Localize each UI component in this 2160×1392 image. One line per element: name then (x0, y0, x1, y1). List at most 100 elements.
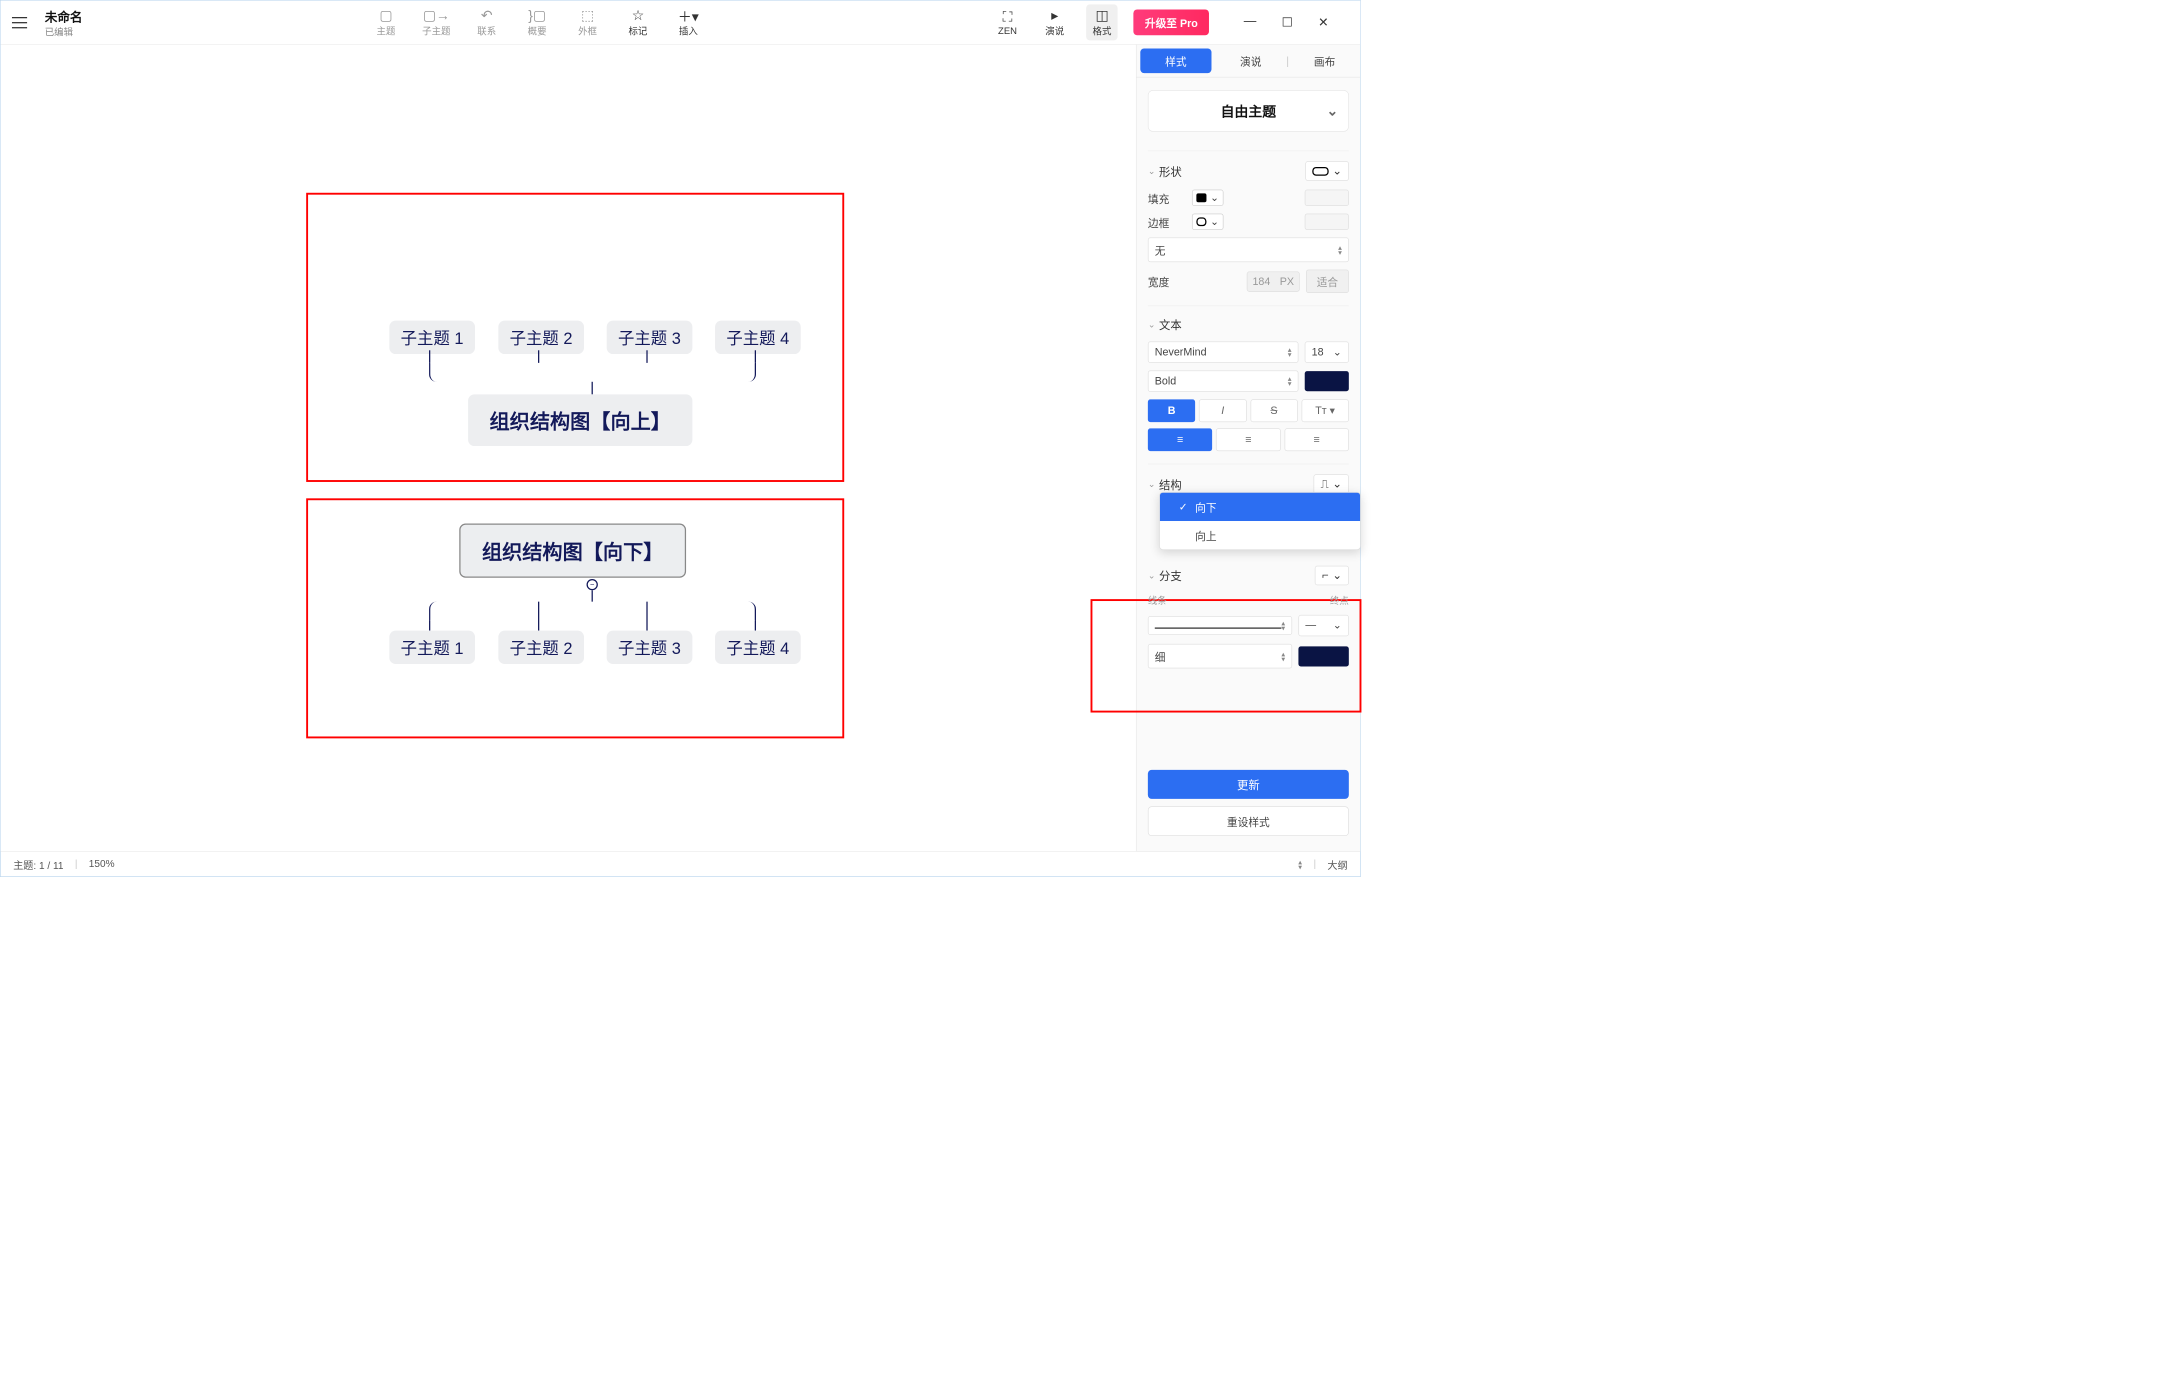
text-case-button[interactable]: Tᴛ ▾ (1301, 399, 1348, 422)
fill-color-swatch[interactable] (1305, 190, 1349, 206)
format-panel: 样式 演说 | 画布 自由主题 ⌄ ⌄形状 ⌄ 填充 ⌄ (1136, 45, 1360, 851)
upgrade-pro-button[interactable]: 升级至 Pro (1134, 9, 1210, 35)
updown-icon: ▴▾ (1338, 245, 1342, 255)
document-status: 已编辑 (45, 25, 83, 38)
subtopic-node[interactable]: 子主题 1 (389, 321, 474, 354)
present-button[interactable]: ▸演说 (1039, 7, 1071, 38)
tool-insert[interactable]: ＋▾插入 (673, 7, 705, 38)
italic-button[interactable]: I (1199, 399, 1246, 422)
branch-style-select[interactable]: ⌐⌄ (1315, 566, 1349, 586)
star-icon: ☆ (632, 7, 644, 25)
check-icon: ✓ (1179, 501, 1189, 514)
window-minimize[interactable]: — (1244, 14, 1257, 30)
align-right-button[interactable]: ≡ (1284, 428, 1348, 451)
dropdown-option-up[interactable]: 向上 (1160, 521, 1360, 549)
topic-type-select[interactable]: 自由主题 ⌄ (1148, 90, 1349, 132)
chevron-down-icon: ⌄ (1333, 346, 1342, 359)
line-style-select[interactable]: ▴▾ (1148, 616, 1292, 635)
org-chart-icon: ⎍ (1321, 478, 1329, 491)
fill-color-select[interactable]: ⌄ (1192, 190, 1224, 206)
topic-icon: ▢ (379, 7, 392, 25)
plus-icon: ＋▾ (678, 7, 699, 25)
border-color-swatch[interactable] (1305, 214, 1349, 230)
tab-style[interactable]: 样式 (1140, 49, 1211, 74)
font-size-select[interactable]: 18⌄ (1305, 341, 1349, 362)
dropdown-option-down[interactable]: ✓向下 (1160, 493, 1360, 521)
zoom-level[interactable]: 150% (89, 858, 115, 869)
main-topic-downward[interactable]: 组织结构图【向下】 (459, 524, 686, 578)
chevron-down-icon: ⌄ (1332, 569, 1342, 582)
reset-style-button[interactable]: 重设样式 (1148, 806, 1349, 836)
line-style-select[interactable]: 无▴▾ (1148, 238, 1349, 263)
zoom-stepper[interactable]: ▴▾ (1298, 859, 1302, 869)
subtopic-node[interactable]: 子主题 4 (715, 631, 800, 664)
line-end-select[interactable]: —⌄ (1298, 615, 1348, 636)
updown-icon: ▴▾ (1288, 376, 1292, 386)
window-close[interactable]: ✕ (1318, 14, 1329, 30)
subtopic-node[interactable]: 子主题 2 (498, 631, 583, 664)
tool-boundary[interactable]: ⬚外框 (572, 7, 604, 38)
chevron-down-icon: ⌄ (1333, 619, 1342, 632)
font-family-select[interactable]: NeverMind▴▾ (1148, 341, 1299, 362)
tool-marker[interactable]: ☆标记 (622, 7, 654, 38)
line-color-swatch[interactable] (1298, 646, 1348, 666)
border-style-select[interactable]: ⌄ (1192, 214, 1224, 230)
tool-subtopic[interactable]: ▢→子主题 (421, 7, 453, 38)
section-text-title: 文本 (1159, 316, 1182, 332)
boundary-icon: ⬚ (581, 7, 594, 25)
main-toolbar: ▢主题 ▢→子主题 ↶联系 }▢概要 ⬚外框 ☆标记 ＋▾插入 (83, 7, 992, 38)
updown-icon: ▴▾ (1281, 651, 1285, 661)
chevron-down-icon: ⌄ (1148, 570, 1155, 581)
menu-button[interactable] (1, 17, 39, 28)
shape-style-select[interactable]: ⌄ (1305, 161, 1349, 181)
fullscreen-icon: ⛶ (1003, 8, 1013, 26)
tool-relationship[interactable]: ↶联系 (471, 7, 503, 38)
format-button[interactable]: ◫格式 (1086, 4, 1118, 40)
subtopic-node[interactable]: 子主题 3 (607, 321, 692, 354)
updown-icon: ▴▾ (1288, 347, 1292, 357)
end-label: 终点 (1330, 594, 1349, 607)
structure-type-select[interactable]: ⎍⌄ (1314, 474, 1349, 494)
chevron-down-icon: ⌄ (1148, 166, 1155, 177)
font-weight-select[interactable]: Bold▴▾ (1148, 370, 1299, 391)
topic-counter: 主题: 1 / 11 (13, 856, 63, 871)
line-thickness-select[interactable]: 细▴▾ (1148, 644, 1292, 669)
bold-button[interactable]: B (1148, 399, 1195, 422)
collapse-handle[interactable]: − (587, 579, 598, 590)
chevron-down-icon: ⌄ (1148, 479, 1155, 490)
window-maximize[interactable]: ☐ (1282, 14, 1293, 30)
titlebar: 未命名 已编辑 ▢主题 ▢→子主题 ↶联系 }▢概要 ⬚外框 ☆标记 ＋▾插入 … (1, 1, 1361, 45)
border-label: 边框 (1148, 214, 1186, 230)
relationship-icon: ↶ (481, 7, 493, 25)
width-input[interactable]: 184PX (1247, 271, 1300, 291)
chevron-down-icon: ⌄ (1332, 164, 1342, 177)
align-center-button[interactable]: ≡ (1216, 428, 1280, 451)
tool-summary[interactable]: }▢概要 (521, 7, 553, 38)
subtopic-node[interactable]: 子主题 3 (607, 631, 692, 664)
tool-topic[interactable]: ▢主题 (370, 7, 402, 38)
branch-icon: ⌐ (1322, 569, 1329, 582)
chevron-down-icon: ⌄ (1332, 478, 1342, 491)
update-button[interactable]: 更新 (1148, 770, 1349, 799)
subtopic-node[interactable]: 子主题 1 (389, 631, 474, 664)
tab-present[interactable]: 演说 (1215, 45, 1286, 77)
summary-icon: }▢ (528, 7, 546, 25)
width-label: 宽度 (1148, 273, 1186, 289)
zen-button[interactable]: ⛶ZEN (992, 8, 1024, 36)
strikethrough-button[interactable]: S (1250, 399, 1297, 422)
fit-button[interactable]: 适合 (1306, 270, 1349, 293)
format-icon: ◫ (1095, 7, 1108, 25)
hamburger-icon (12, 17, 27, 28)
subtopic-node[interactable]: 子主题 4 (715, 321, 800, 354)
subtopic-node[interactable]: 子主题 2 (498, 321, 583, 354)
section-shape-title: 形状 (1159, 163, 1182, 179)
text-color-swatch[interactable] (1305, 371, 1349, 391)
main-topic-upward[interactable]: 组织结构图【向上】 (468, 394, 692, 446)
section-branch-title: 分支 (1159, 567, 1182, 583)
chevron-down-icon: ⌄ (1327, 103, 1339, 119)
structure-direction-dropdown: ✓向下 向上 (1159, 492, 1361, 550)
tab-canvas[interactable]: 画布 (1289, 45, 1360, 77)
canvas[interactable]: 子主题 1 子主题 2 子主题 3 子主题 4 组织结构图【向上】 组织结构图【… (1, 45, 1136, 851)
align-left-button[interactable]: ≡ (1148, 428, 1212, 451)
outline-button[interactable]: 大纲 (1327, 856, 1347, 871)
